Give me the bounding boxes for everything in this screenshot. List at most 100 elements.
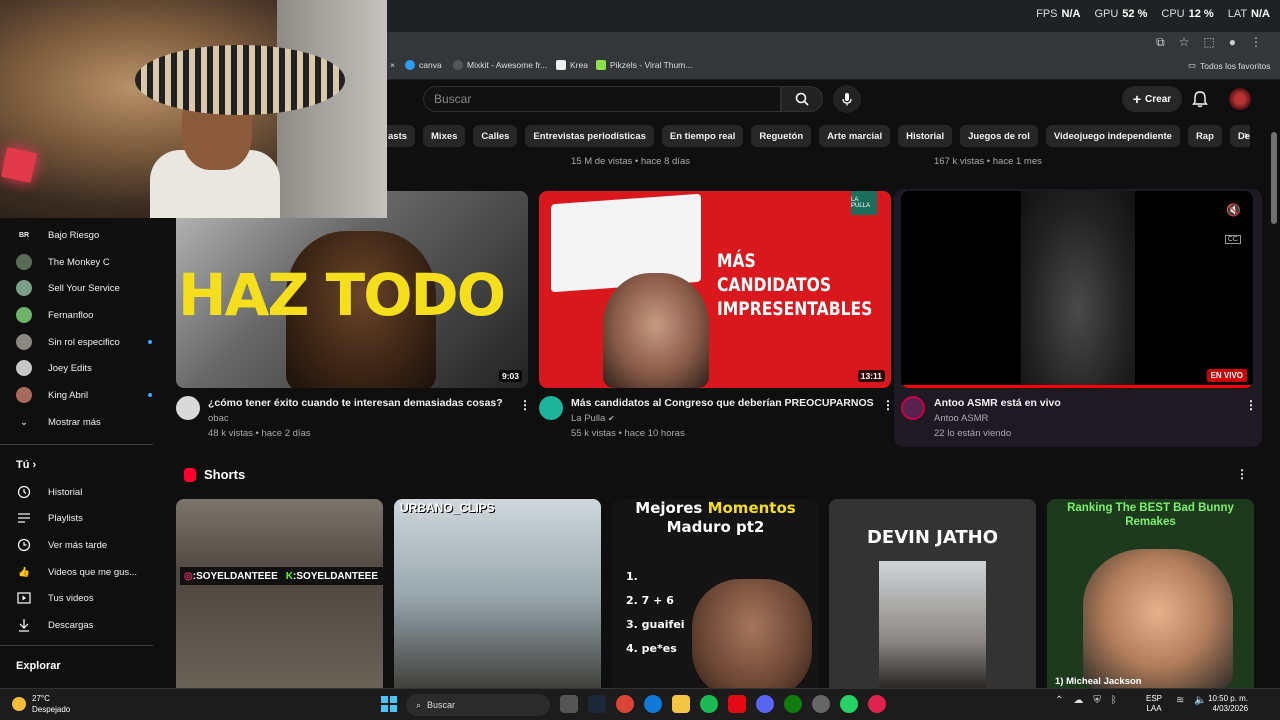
show-more-button[interactable]: ⌄ Mostrar más: [16, 410, 156, 434]
channel-avatar: [16, 254, 32, 270]
video-thumbnail[interactable]: MÁS CANDIDATOS IMPRESENTABLES LA PULLA 1…: [539, 191, 891, 388]
channel-avatar[interactable]: [176, 396, 200, 420]
more-options-icon[interactable]: ⋮: [882, 398, 894, 412]
chip[interactable]: Rap: [1187, 125, 1222, 147]
bluetooth-icon[interactable]: ᛒ: [1111, 695, 1117, 706]
sidebar-item-bajo-riesgo[interactable]: BR Bajo Riesgo: [16, 223, 156, 247]
your-videos-icon: [16, 590, 32, 606]
notifications-button[interactable]: [1192, 90, 1208, 113]
channel-avatar[interactable]: [901, 396, 925, 420]
video-thumbnail[interactable]: HAZ TODO 9:03: [176, 191, 528, 388]
account-avatar[interactable]: [1229, 88, 1251, 110]
discord-icon[interactable]: [756, 695, 774, 713]
chrome-icon[interactable]: [616, 695, 634, 713]
xbox-icon[interactable]: [784, 695, 802, 713]
edge-icon[interactable]: [644, 695, 662, 713]
chip[interactable]: Mixes: [423, 125, 466, 147]
sidebar-item-king-abril[interactable]: King Abril: [16, 383, 156, 407]
sidebar-item-ver-mas-tarde[interactable]: Ver más tarde: [16, 533, 156, 557]
live-indicator: [148, 340, 152, 344]
sidebar-item-historial[interactable]: Historial: [16, 480, 156, 504]
netflix-icon[interactable]: [728, 695, 746, 713]
extensions-icon[interactable]: ⬚: [1203, 35, 1214, 50]
taskbar-search[interactable]: ⌕ Buscar: [406, 694, 550, 716]
voice-search-button[interactable]: [833, 85, 861, 113]
mute-icon[interactable]: 🔇: [1226, 203, 1241, 217]
start-button[interactable]: [381, 696, 397, 712]
sidebar-divider: [0, 444, 153, 445]
chip[interactable]: Videojuego independiente: [1045, 125, 1180, 147]
scrollbar-thumb[interactable]: [1271, 132, 1277, 224]
clock[interactable]: 10:50 p. m. 4/03/2026: [1208, 694, 1248, 714]
search-input[interactable]: Buscar: [423, 86, 781, 112]
profile-icon[interactable]: ●: [1229, 35, 1236, 50]
captions-button[interactable]: CC: [1224, 235, 1241, 244]
network-volume-battery[interactable]: ≋ 🔈: [1176, 695, 1207, 706]
chevron-right-icon[interactable]: ›: [1244, 128, 1248, 142]
onedrive-icon[interactable]: ☁: [1073, 695, 1083, 706]
short-card[interactable]: URBANO_CLIPS: [394, 499, 601, 689]
security-icon[interactable]: ⛨: [1093, 695, 1101, 706]
sidebar-item-sin-rol-especifico[interactable]: Sin rol especifico: [16, 330, 156, 354]
language-indicator[interactable]: ESP LAA: [1146, 694, 1162, 714]
more-options-icon[interactable]: ⋮: [1245, 398, 1257, 412]
channel-name[interactable]: obac: [208, 413, 229, 424]
video-title[interactable]: Más candidatos al Congreso que deberían …: [571, 397, 874, 409]
more-options-icon[interactable]: ⋮: [519, 398, 531, 412]
chip[interactable]: Arte marcial: [819, 125, 891, 147]
weather-widget[interactable]: 27°C Despejado: [12, 693, 70, 715]
chip[interactable]: En tiempo real: [661, 125, 744, 147]
sidebar-item-the-monkey-c[interactable]: The Monkey C: [16, 250, 156, 274]
thumbnail-text: HAZ TODO: [178, 261, 506, 329]
sidebar-you-header[interactable]: Tú ›: [16, 459, 36, 471]
all-favorites[interactable]: ▭ Todos los favoritos: [1188, 60, 1270, 71]
bookmark-mixkit[interactable]: Mixkit - Awesome fr...: [453, 60, 547, 70]
channel-avatar[interactable]: [539, 396, 563, 420]
sidebar-item-joey-edits[interactable]: Joey Edits: [16, 356, 156, 380]
search-button[interactable]: [781, 86, 823, 112]
channel-name[interactable]: La Pulla ✔: [571, 413, 615, 424]
video-duration: 13:11: [857, 370, 885, 382]
bookmark-canva[interactable]: canva: [405, 60, 442, 70]
channel-name[interactable]: Antoo ASMR: [934, 413, 988, 424]
chip[interactable]: Juegos de rol: [960, 125, 1038, 147]
live-preview[interactable]: 🔇 CC EN VIVO: [901, 191, 1253, 388]
sidebar-item-playlists[interactable]: Playlists: [16, 506, 156, 530]
chip[interactable]: Calles: [473, 125, 518, 147]
system-tray: ⌃ ☁ ⛨ ᛒ: [1055, 695, 1117, 706]
sidebar-divider: [0, 645, 153, 646]
sidebar-item-sell-your-service[interactable]: Sell Your Service: [16, 276, 156, 300]
file-explorer-icon[interactable]: [672, 695, 690, 713]
bookmark-krea[interactable]: Krea: [556, 60, 588, 70]
more-options-icon[interactable]: ⋮: [1236, 467, 1248, 481]
sidebar-item-descargas[interactable]: Descargas: [16, 613, 156, 637]
whatsapp-icon[interactable]: [840, 695, 858, 713]
steam-icon[interactable]: [588, 695, 606, 713]
chip[interactable]: Historial: [898, 125, 953, 147]
chip[interactable]: Entrevistas periodísticas: [525, 125, 654, 147]
sidebar-item-liked-videos[interactable]: 👍 Videos que me gus...: [16, 560, 156, 584]
bookmark-pikzels[interactable]: Pikzels - Viral Thum...: [596, 60, 692, 70]
chip[interactable]: Reguetón: [751, 125, 812, 147]
spotify-icon[interactable]: [700, 695, 718, 713]
short-card[interactable]: Mejores Momentos Maduro pt2 1. 2. 7 + 6 …: [612, 499, 819, 689]
video-title[interactable]: Antoo ASMR está en vivo: [934, 397, 1234, 409]
gear-icon[interactable]: [812, 695, 830, 713]
install-app-icon[interactable]: ⧉: [1156, 35, 1165, 50]
bookmark-star-icon[interactable]: ☆: [1179, 35, 1190, 50]
short-card[interactable]: ◎:SOYELDANTEEE K:SOYELDANTEEE: [176, 499, 383, 689]
opera-gx-icon[interactable]: [868, 695, 886, 713]
webcam-person-hat: [135, 45, 345, 115]
short-card[interactable]: DEVIN JATHO: [829, 499, 1036, 689]
bookmarks-close-icon[interactable]: ×: [390, 60, 395, 70]
sidebar-item-tus-videos[interactable]: Tus videos: [16, 586, 156, 610]
short-card[interactable]: Ranking The BEST Bad Bunny Remakes 1) Mi…: [1047, 499, 1254, 689]
shorts-header: Shorts: [184, 467, 245, 482]
sidebar-item-fernanfloo[interactable]: Fernanfloo: [16, 303, 156, 327]
create-button[interactable]: + Crear: [1122, 86, 1182, 112]
task-view-icon[interactable]: [560, 695, 578, 713]
chevron-up-icon[interactable]: ⌃: [1055, 695, 1063, 706]
video-title[interactable]: ¿cómo tener éxito cuando te interesan de…: [208, 397, 508, 409]
video-duration: 9:03: [498, 370, 522, 382]
menu-icon[interactable]: ⋮: [1250, 35, 1262, 50]
